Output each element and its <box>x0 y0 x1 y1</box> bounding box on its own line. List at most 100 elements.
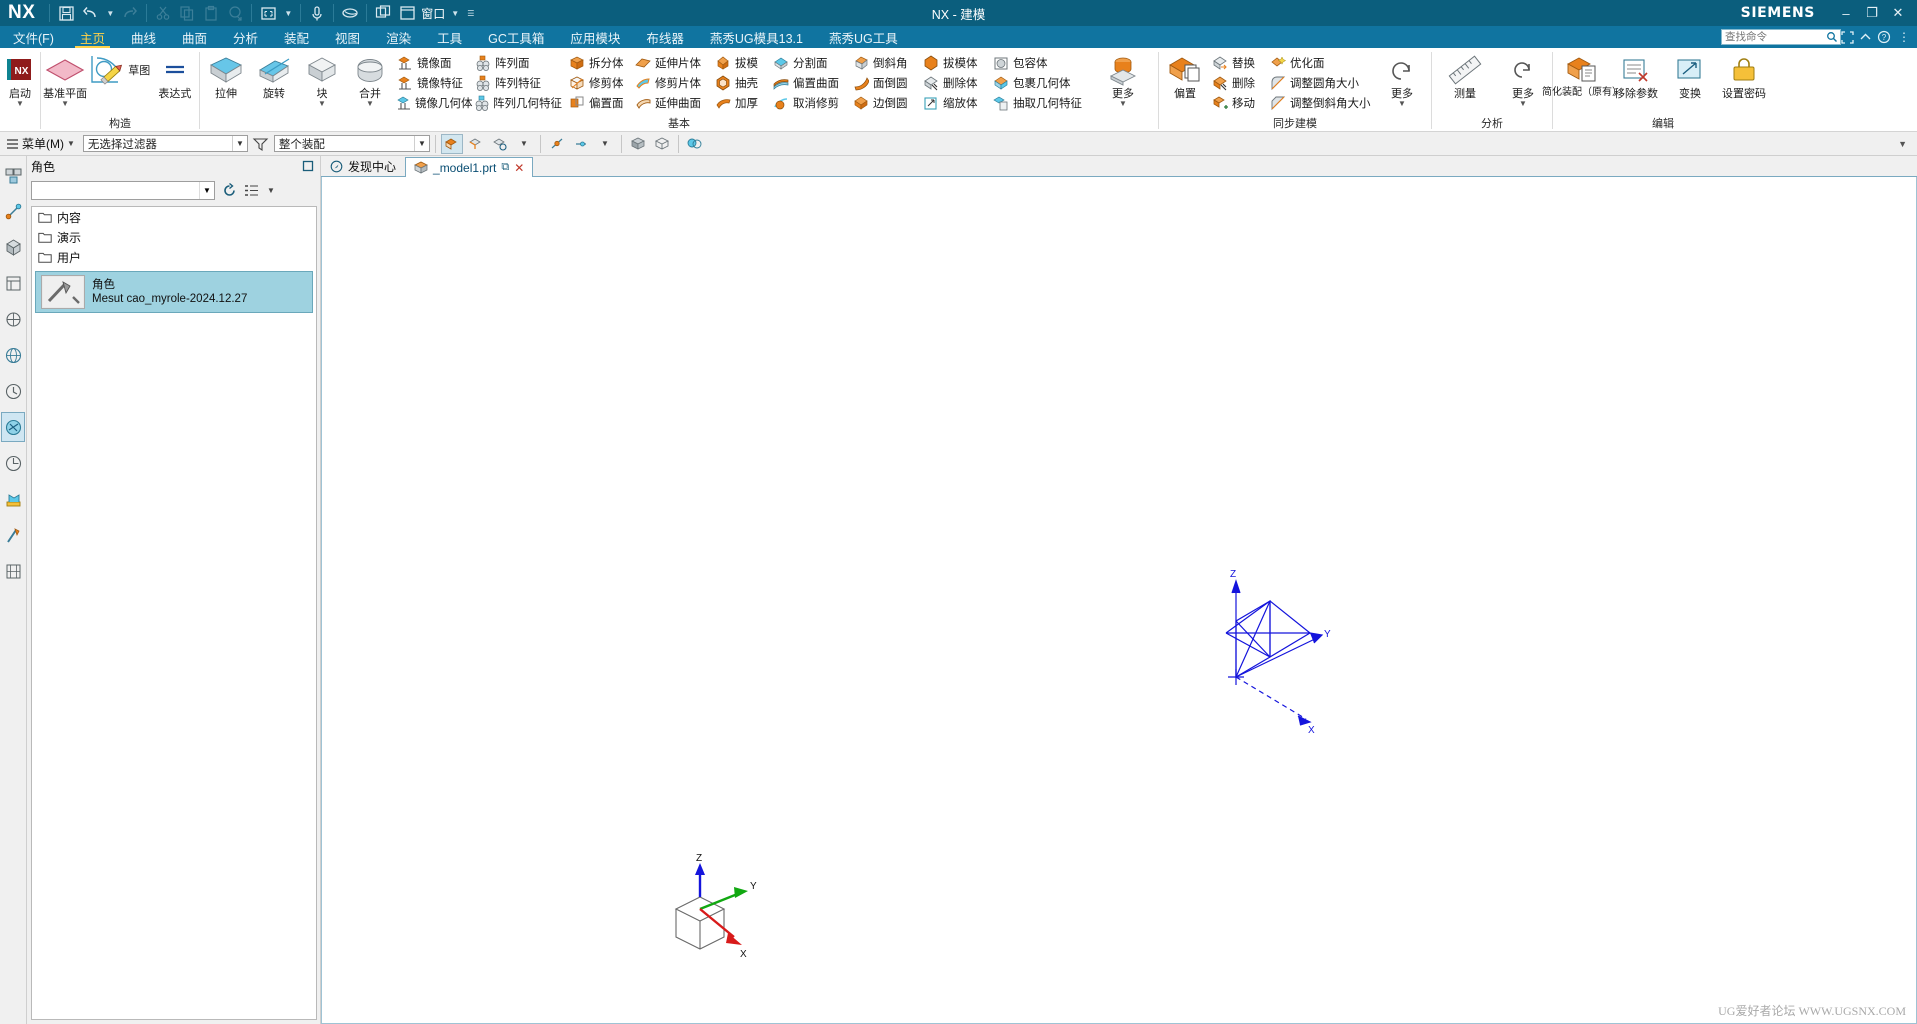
draft-button[interactable]: 拔模 <box>712 53 770 73</box>
split-body-button[interactable]: 拆分体 <box>566 53 632 73</box>
system-materials-icon[interactable] <box>1 448 25 478</box>
role-filter-combo[interactable]: ▼ <box>31 180 215 200</box>
hd3d-tools-icon[interactable] <box>1 304 25 334</box>
tab-tools[interactable]: 工具 <box>424 26 475 48</box>
launch-button[interactable]: NX 启动 ▼ <box>2 51 38 109</box>
unite-button[interactable]: 合并 ▼ <box>346 51 394 109</box>
tile-windows-icon[interactable] <box>371 2 395 24</box>
list-item[interactable]: 演示 <box>32 227 316 247</box>
mirror-geometry-button[interactable]: 镜像几何体 <box>394 93 473 113</box>
delete-body-button[interactable]: 删除体 <box>920 73 990 93</box>
undo-icon[interactable] <box>78 2 102 24</box>
role-icon[interactable] <box>1 412 25 442</box>
web-browser-icon[interactable] <box>1 340 25 370</box>
offset-region-button[interactable]: 偏置 <box>1161 51 1209 100</box>
eraser-icon[interactable] <box>338 2 362 24</box>
expression-button[interactable]: 表达式 <box>153 51 197 100</box>
tab-detach-icon[interactable]: ⧉ <box>501 161 509 174</box>
voice-icon[interactable] <box>305 2 329 24</box>
sketch-button[interactable]: 草图 <box>87 51 153 87</box>
tab-routing[interactable]: 布线器 <box>633 26 697 48</box>
set-password-button[interactable]: 设置密码 <box>1717 51 1771 100</box>
simplify-assembly-button[interactable]: 简化装配（原有） <box>1542 51 1622 98</box>
pin-icon[interactable] <box>300 158 316 174</box>
edge-blend-button[interactable]: 边倒圆 <box>850 93 920 113</box>
part-navigator-icon[interactable] <box>1 232 25 262</box>
snap-point-icon[interactable] <box>546 134 568 154</box>
more-sync-button[interactable]: 更多 ▼ <box>1375 51 1429 109</box>
datum-plane-dropdown-caret[interactable]: ▼ <box>61 100 69 109</box>
offset-surface-button[interactable]: 偏置曲面 <box>770 73 850 93</box>
select-edge-icon[interactable] <box>465 134 487 154</box>
chevron-down-icon[interactable]: ▼ <box>413 136 429 151</box>
close-icon[interactable]: ✕ <box>514 161 524 175</box>
mold-wizard-icon[interactable] <box>1 556 25 586</box>
remove-parameters-button[interactable]: 移除参数 <box>1609 51 1663 100</box>
graphics-canvas[interactable]: Z Y X Z Y X UG爱好者论坛 WWW.UGSNX.COM <box>321 177 1917 1024</box>
select-feature-dropdown-icon[interactable]: ▼ <box>513 134 535 154</box>
snap-dropdown-icon[interactable]: ▼ <box>594 134 616 154</box>
minimize-button[interactable]: – <box>1833 6 1859 21</box>
resize-blend-button[interactable]: 调整圆角大小 <box>1267 73 1375 93</box>
chevron-down-icon[interactable]: ▼ <box>67 139 75 148</box>
tab-analysis[interactable]: 分析 <box>220 26 271 48</box>
tab-file[interactable]: 文件(F) <box>0 26 67 48</box>
measure-button[interactable]: 测量 <box>1434 51 1496 100</box>
tab-yanxiu-mold[interactable]: 燕秀UG模具13.1 <box>697 26 816 48</box>
more-basic-button[interactable]: 更多 ▼ <box>1096 51 1150 109</box>
delete-face-button[interactable]: 删除 <box>1209 73 1267 93</box>
window-dropdown-caret[interactable]: ▼ <box>447 9 463 18</box>
role-list[interactable]: 内容 演示 用户 角色 Mesut cao_myrole-2024.12.27 <box>31 206 317 1020</box>
chamfer-button[interactable]: 倒斜角 <box>850 53 920 73</box>
save-icon[interactable] <box>54 2 78 24</box>
extend-surface-button[interactable]: 延伸曲面 <box>632 93 712 113</box>
wireframe-view-icon[interactable] <box>651 134 673 154</box>
help-icon[interactable]: ? <box>1877 30 1895 44</box>
shell-button[interactable]: 抽壳 <box>712 73 770 93</box>
tab-discovery-center[interactable]: 发现中心 <box>321 156 405 176</box>
pattern-feature-button[interactable]: 阵列特征 <box>472 73 566 93</box>
extend-sheet-button[interactable]: 延伸片体 <box>632 53 712 73</box>
pattern-face-button[interactable]: 阵列面 <box>472 53 566 73</box>
constraint-navigator-icon[interactable] <box>1 196 25 226</box>
optimize-face-button[interactable]: 优化面 <box>1267 53 1375 73</box>
tab-gc-toolbox[interactable]: GC工具箱 <box>475 26 557 48</box>
assembly-navigator-icon[interactable] <box>1 160 25 190</box>
datum-plane-button[interactable]: 基准平面 ▼ <box>43 51 87 109</box>
window-icon[interactable] <box>395 2 419 24</box>
revolve-button[interactable]: 旋转 <box>250 51 298 100</box>
selection-filter-combo[interactable]: 无选择过滤器 ▼ <box>82 135 248 152</box>
extrude-button[interactable]: 拉伸 <box>202 51 250 100</box>
block-button[interactable]: 块 ▼ <box>298 51 346 109</box>
snap-options-icon[interactable] <box>570 134 592 154</box>
more-sync-dropdown-caret[interactable]: ▼ <box>1398 100 1406 109</box>
wrap-geometry-button[interactable]: 包裹几何体 <box>990 73 1096 93</box>
select-feature-icon[interactable] <box>489 134 511 154</box>
ribbon-options-icon[interactable]: ⋮ <box>1895 30 1913 44</box>
block-dropdown-caret[interactable]: ▼ <box>318 100 326 109</box>
chevron-down-icon[interactable]: ▼ <box>231 136 247 151</box>
tab-home[interactable]: 主页 <box>67 26 118 48</box>
resize-chamfer-button[interactable]: 调整倒斜角大小 <box>1267 93 1375 113</box>
thicken-button[interactable]: 加厚 <box>712 93 770 113</box>
role-card-selected[interactable]: 角色 Mesut cao_myrole-2024.12.27 <box>35 271 313 313</box>
fit-window-dropdown-caret[interactable]: ▼ <box>280 9 296 18</box>
reuse-library-icon[interactable] <box>1 268 25 298</box>
trim-sheet-button[interactable]: 修剪片体 <box>632 73 712 93</box>
mirror-feature-button[interactable]: 镜像特征 <box>394 73 472 93</box>
chevron-down-icon[interactable]: ▼ <box>199 181 214 199</box>
search-input[interactable] <box>1722 30 1840 44</box>
extract-geometry-button[interactable]: 抽取几何特征 <box>990 93 1096 113</box>
selection-scope-combo[interactable]: 整个装配 ▼ <box>273 135 430 152</box>
manufacturing-wizards-icon[interactable] <box>1 520 25 550</box>
face-blend-button[interactable]: 面倒圆 <box>850 73 920 93</box>
refresh-roles-icon[interactable] <box>219 180 239 200</box>
command-search-box[interactable] <box>1721 29 1841 45</box>
launch-dropdown-caret[interactable]: ▼ <box>16 100 24 109</box>
maximize-button[interactable]: ❐ <box>1859 5 1885 21</box>
quickaccess-overflow-caret[interactable]: ☰ <box>463 9 478 18</box>
selection-filter-icon[interactable] <box>250 134 272 154</box>
process-studio-icon[interactable] <box>1 484 25 514</box>
tab-model1-prt[interactable]: _model1.prt ⧉ ✕ <box>405 157 534 177</box>
untrim-button[interactable]: 取消修剪 <box>770 93 850 113</box>
